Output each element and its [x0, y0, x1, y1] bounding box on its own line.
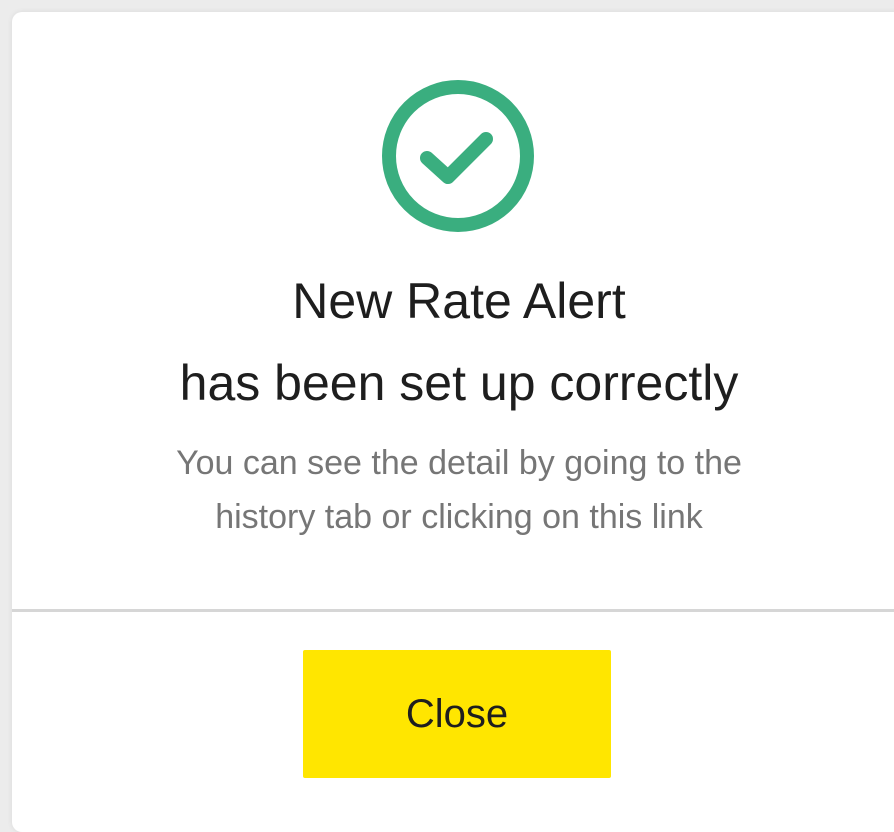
dialog-title-line-2: has been set up correctly: [179, 355, 739, 411]
close-button[interactable]: Close: [303, 650, 611, 778]
success-check-circle-icon: [382, 80, 534, 232]
rate-alert-success-dialog: New Rate Alert has been set up correctly…: [12, 12, 894, 832]
dialog-title: New Rate Alert has been set up correctly: [12, 260, 894, 424]
dialog-title-line-1: New Rate Alert: [292, 273, 626, 329]
dialog-message: You can see the detail by going to the h…: [12, 436, 894, 544]
dialog-message-line-1: You can see the detail by going to the: [176, 444, 742, 482]
dialog-divider: [12, 609, 894, 612]
dialog-message-line-2: history tab or clicking on this link: [215, 498, 703, 536]
